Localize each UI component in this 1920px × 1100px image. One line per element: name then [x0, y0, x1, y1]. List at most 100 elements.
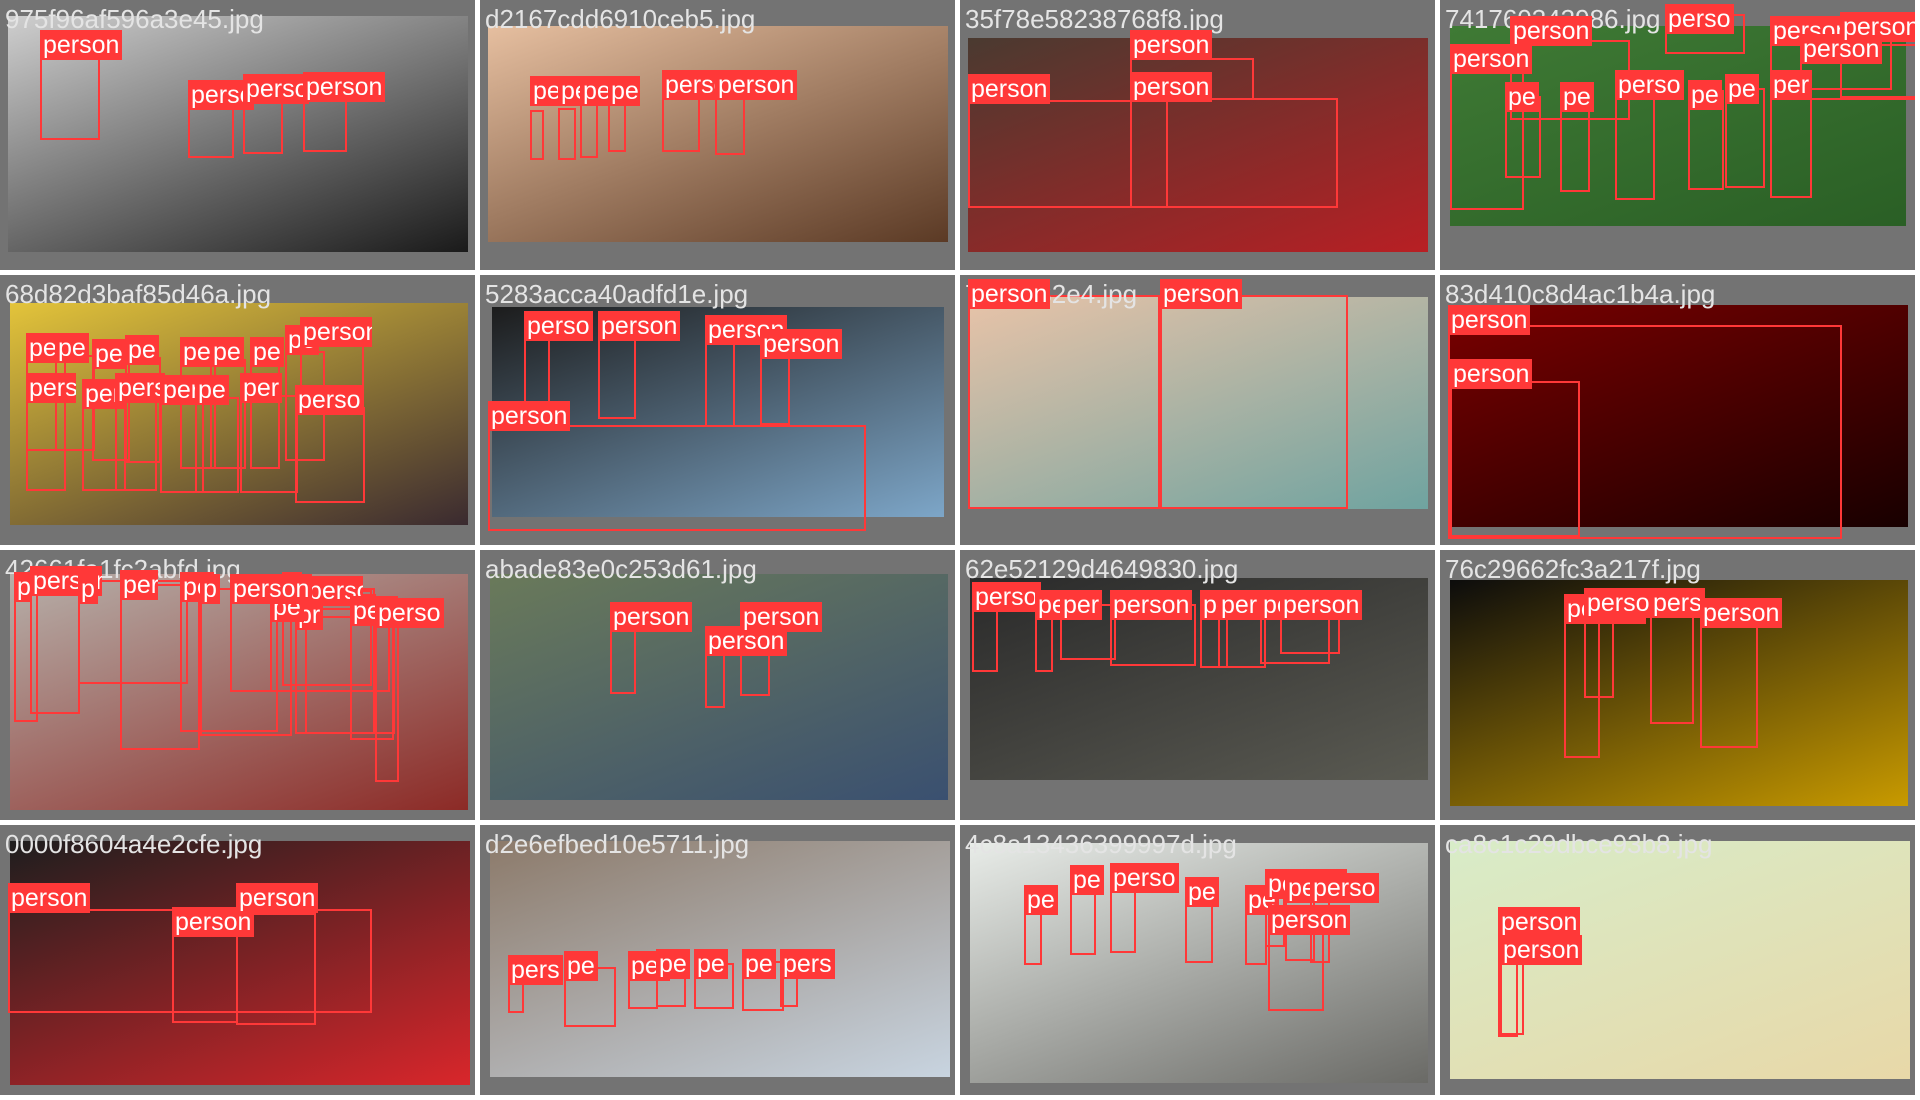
mosaic-tile[interactable]: 7664332e4.jpg person person: [960, 275, 1435, 545]
detection-label: person: [598, 311, 681, 341]
mosaic-tile[interactable]: 76c29662fc3a217f.jpgpersonpersonperspers…: [1440, 550, 1915, 820]
mosaic-tile[interactable]: 741760343986.jpgpersonpersonpersonpersop…: [1440, 0, 1915, 270]
detection-label: person: [1110, 590, 1193, 620]
detection-box: [303, 98, 347, 152]
mosaic-tile[interactable]: d2e6efbed10e5711.jpg pers pe per pe pe pe pers: [480, 825, 955, 1095]
detection-label: perso: [524, 311, 593, 341]
mosaic-tile[interactable]: d2167cdd6910ceb5.jpgperspepepepersoperso…: [480, 0, 955, 270]
tile-filename: ca8c1c29dbce93b8.jpg: [1445, 829, 1713, 859]
detection-box: [1615, 90, 1655, 200]
detection-box: [1450, 381, 1580, 537]
detection-label: person: [1130, 72, 1213, 102]
mosaic-tile[interactable]: abade83e0c253d61.jpg person person person: [480, 550, 955, 820]
detection-label: person: [1280, 590, 1363, 620]
detection-label: pers: [120, 570, 158, 600]
detection-box: [30, 584, 80, 714]
tile-filename: d2e6efbed10e5711.jpg: [485, 829, 750, 859]
detection-label: pe: [250, 337, 284, 367]
detection-box: [1130, 98, 1338, 208]
detection-label: person: [968, 74, 1051, 104]
detection-label: person: [1130, 30, 1213, 60]
detection-label: p: [200, 574, 220, 604]
mosaic-tile[interactable]: 5283acca40adfd1e.jpg perso person person per…: [480, 275, 955, 545]
detection-label: person: [1450, 359, 1533, 389]
detection-label: per: [1770, 70, 1813, 100]
image-mosaic-grid: 975f96af596a3e45.jpg person perso perso pers…: [0, 0, 1920, 1100]
tile-filename: 4c8a13436399997d.jpg: [965, 829, 1237, 859]
detection-label: pe: [1688, 80, 1722, 110]
detection-label: pers: [1650, 588, 1705, 618]
detection-box: [1110, 889, 1136, 953]
detection-label: person: [230, 574, 313, 604]
detection-box: [26, 395, 66, 491]
detection-label: pe: [210, 337, 244, 367]
detection-label: pe: [92, 339, 126, 369]
detection-box: [1700, 624, 1758, 748]
detection-label: pers: [115, 373, 165, 403]
detection-box: [530, 110, 544, 160]
detection-label: pe: [1185, 877, 1219, 907]
detection-label: pe: [564, 951, 598, 981]
detection-box: [972, 608, 998, 672]
detection-label: person: [760, 329, 843, 359]
detection-label: person: [968, 279, 1051, 309]
tile-filename: d2167cdd6910ceb5.jpg: [485, 4, 756, 34]
detection-label: per: [240, 373, 283, 403]
detection-label: perso: [295, 385, 364, 415]
detection-label: pe: [1560, 82, 1594, 112]
detection-box: [240, 395, 298, 493]
detection-label: perso: [1665, 4, 1734, 34]
tile-filename: 76c29662fc3a217f.jpg: [1445, 554, 1701, 584]
detection-box: [610, 628, 636, 694]
detection-label: person: [1268, 905, 1351, 935]
detection-label: person: [300, 317, 372, 347]
detection-box: [488, 425, 866, 531]
tile-filename: 0000f8604a4e2cfe.jpg: [5, 829, 263, 859]
tile-filename: 68d82d3baf85d46a.jpg: [5, 279, 272, 309]
detection-label: pe: [180, 337, 214, 367]
detection-label: person: [1160, 279, 1243, 309]
detection-label: person: [1448, 305, 1531, 335]
tile-filename: 62e52129d4649830.jpg: [965, 554, 1239, 584]
detection-box: [1024, 909, 1042, 965]
detection-label: person: [1840, 12, 1915, 42]
detection-box: [1500, 953, 1524, 1035]
detection-label: perso: [1615, 70, 1684, 100]
tile-filename: 83d410c8d4ac1b4a.jpg: [1445, 279, 1716, 309]
detection-box: [968, 295, 1160, 509]
detection-box: [195, 397, 239, 493]
mosaic-tile[interactable]: ca8c1c29dbce93b8.jpg person person: [1440, 825, 1915, 1095]
mosaic-tile[interactable]: 68d82d3baf85d46a.jpgpepepepepepepepepers…: [0, 275, 475, 545]
detection-label: pe: [656, 949, 690, 979]
mosaic-tile[interactable]: 35f78e58238768f8.jpg person person person: [960, 0, 1435, 270]
detection-label: person: [610, 602, 693, 632]
mosaic-tile[interactable]: 62e52129d4649830.jpg perso pe per person pe pe…: [960, 550, 1435, 820]
mosaic-tile[interactable]: 42661fa1fc2abfd.jpgpersonpersonpperspers…: [0, 550, 475, 820]
detection-label: p: [78, 574, 98, 604]
detection-label: person: [715, 70, 798, 100]
detection-box: [115, 395, 157, 491]
mosaic-tile[interactable]: 4c8a13436399997d.jpg pe pe perso pe pe person p…: [960, 825, 1435, 1095]
detection-label: person: [1498, 907, 1581, 937]
detection-box: [608, 102, 626, 152]
mosaic-tile[interactable]: 83d410c8d4ac1b4a.jpg person person: [1440, 275, 1915, 545]
detection-label: person: [40, 30, 123, 60]
detection-box: [1650, 606, 1694, 724]
mosaic-tile[interactable]: 975f96af596a3e45.jpg person perso perso pers…: [0, 0, 475, 270]
detection-label: pe: [1505, 82, 1539, 112]
detection-box: [705, 337, 735, 427]
detection-label: person: [303, 72, 386, 102]
detection-label: perso: [375, 598, 444, 628]
detection-label: pe: [608, 76, 640, 106]
detection-box: [1160, 295, 1348, 509]
detection-label: pe: [1725, 74, 1759, 104]
detection-label: perso: [243, 74, 309, 104]
detection-label: perso: [1110, 863, 1179, 893]
mosaic-tile[interactable]: 0000f8604a4e2cfe.jpg person person person: [0, 825, 475, 1095]
detection-label: person: [8, 883, 91, 913]
detection-label: per: [1060, 590, 1103, 620]
detection-label: pe: [55, 333, 89, 363]
detection-label: pers: [508, 955, 563, 985]
detection-label: person: [1450, 44, 1533, 74]
detection-label: person: [488, 401, 571, 431]
